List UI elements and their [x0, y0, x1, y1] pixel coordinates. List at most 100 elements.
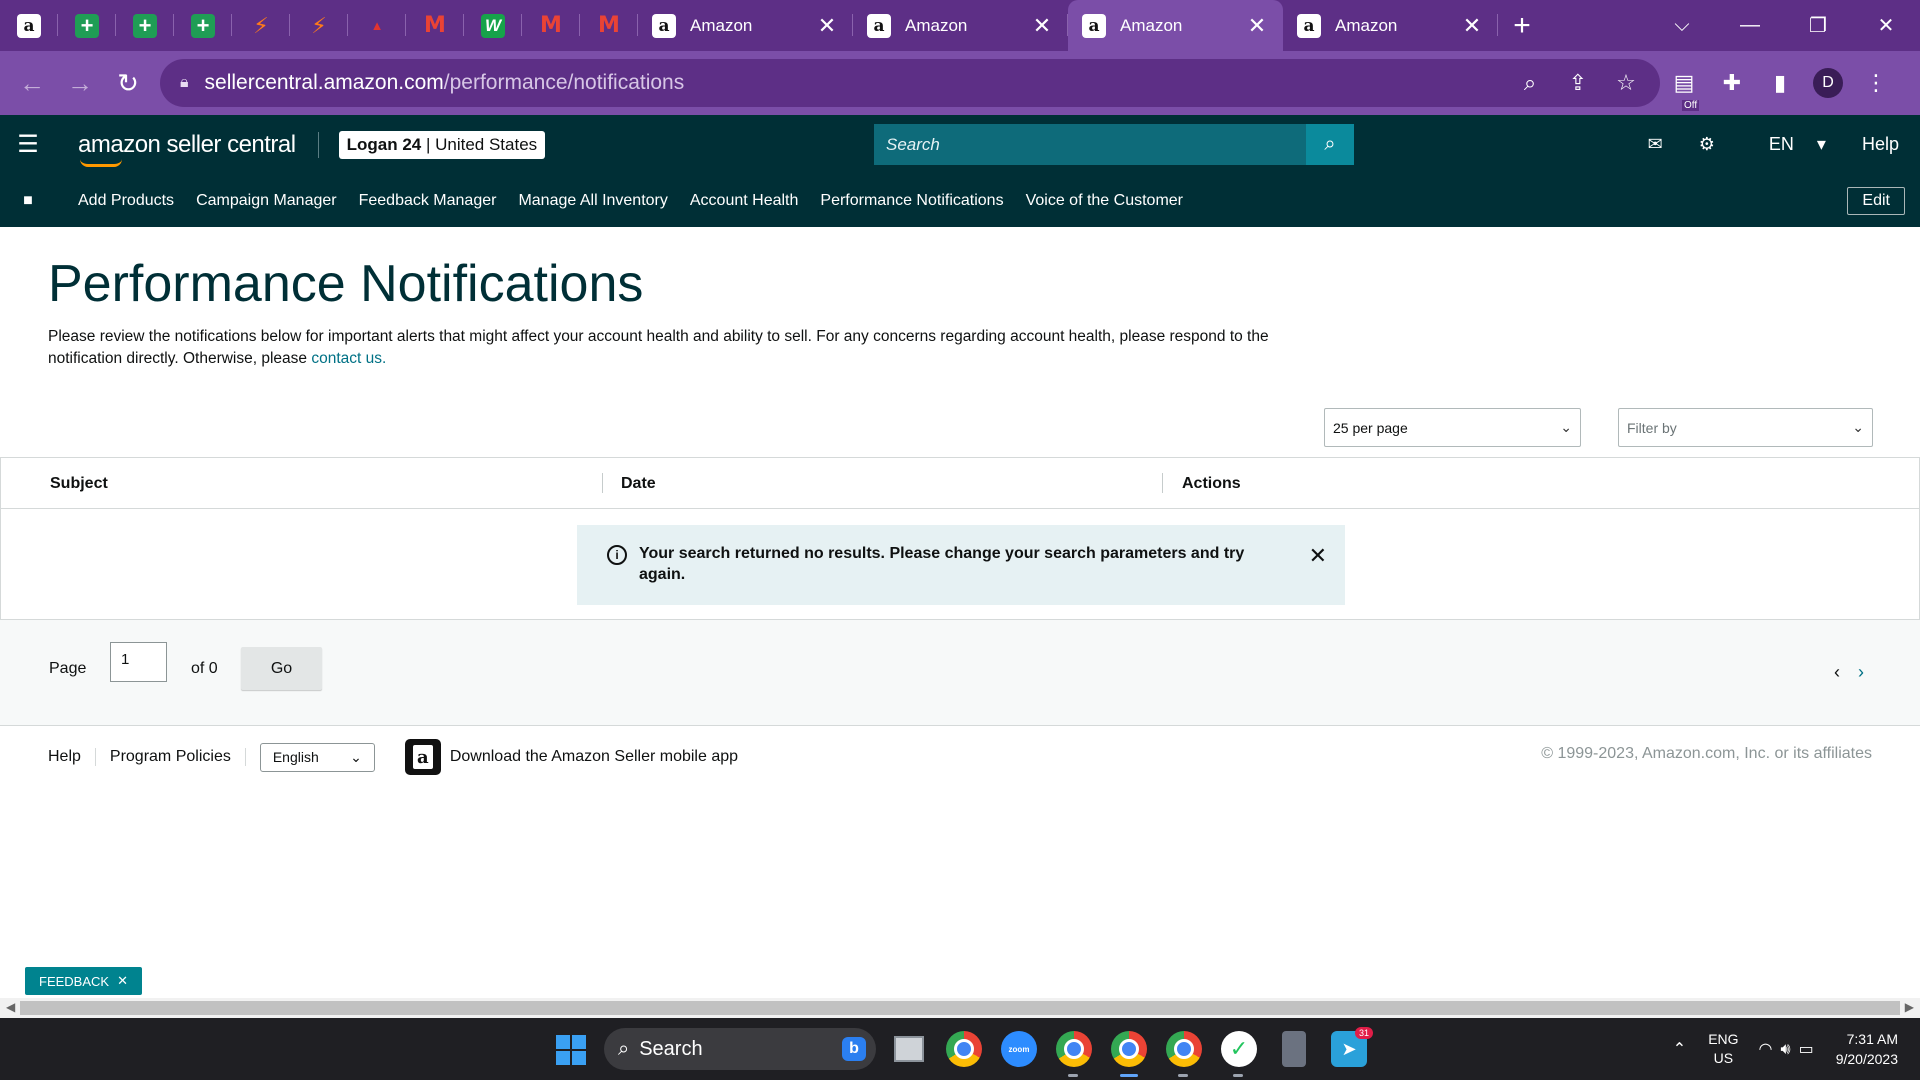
windows-taskbar: ⌕ Search b zoom ✓ ➤ 31 ⌃ ENG US ◠🔊︎▭ 7:31 …	[0, 1018, 1920, 1080]
nav-campaign-manager[interactable]: Campaign Manager	[196, 192, 337, 210]
hamburger-menu-icon[interactable]: ☰	[0, 130, 56, 159]
bookmark-star-icon[interactable]: ☆	[1602, 70, 1650, 96]
footer-program-policies-link[interactable]: Program Policies	[96, 748, 246, 766]
chrome-profile-icon[interactable]	[1056, 1031, 1092, 1077]
windows-start-icon[interactable]	[556, 1035, 586, 1065]
column-subject[interactable]: Subject	[50, 475, 108, 493]
account-switcher[interactable]: Logan 24 | United States	[338, 130, 546, 159]
pinned-tab[interactable]: +	[174, 0, 232, 51]
side-panel-icon[interactable]: ▮	[1756, 70, 1804, 96]
filter-by-select[interactable]: Filter by ⌄	[1618, 408, 1873, 447]
close-tab-icon[interactable]: ✕	[1245, 13, 1269, 39]
per-page-value: 25 per page	[1333, 419, 1408, 436]
pinned-tab[interactable]: W	[464, 0, 522, 51]
close-tab-icon[interactable]: ✕	[815, 13, 839, 39]
pinned-tab[interactable]: a	[0, 0, 58, 51]
share-icon[interactable]: ⇪	[1554, 70, 1602, 96]
go-button[interactable]: Go	[241, 647, 322, 690]
zoom-icon[interactable]: ⌕	[1506, 70, 1554, 96]
reload-button[interactable]: ↻	[104, 68, 152, 99]
wifi-volume-battery-icons[interactable]: ◠🔊︎▭	[1759, 1039, 1822, 1059]
zoom-icon[interactable]: zoom	[1001, 1031, 1037, 1067]
footer-language-select[interactable]: English ⌄	[259, 742, 375, 772]
chrome-profile-d2-icon[interactable]	[1166, 1031, 1202, 1077]
close-tab-icon[interactable]: ✕	[1030, 13, 1054, 39]
copyright-text: © 1999-2023, Amazon.com, Inc. or its aff…	[1541, 745, 1872, 762]
browser-tab[interactable]: a Amazon ✕	[638, 0, 853, 51]
taskbar-clock[interactable]: 7:31 AM 9/20/2023	[1836, 1029, 1898, 1069]
extension-off-icon[interactable]: ▤ Off	[1660, 70, 1708, 111]
close-alert-icon[interactable]: ✕	[1309, 543, 1327, 569]
pinned-tab[interactable]: ▲	[348, 0, 406, 51]
pinned-tab[interactable]: M	[406, 0, 464, 51]
feedback-button[interactable]: FEEDBACK ✕	[25, 967, 142, 995]
settings-gear-icon[interactable]: ⚙	[1699, 134, 1715, 155]
nav-account-health[interactable]: Account Health	[690, 192, 799, 210]
seller-search-input[interactable]: Search	[874, 124, 1306, 165]
previous-page-icon[interactable]: ‹	[1834, 662, 1840, 683]
back-button[interactable]: ←	[8, 68, 56, 99]
taskbar-search[interactable]: ⌕ Search b	[604, 1028, 876, 1070]
pinned-tab[interactable]: +	[58, 0, 116, 51]
per-page-select[interactable]: 25 per page ⌄	[1324, 408, 1581, 447]
forward-button[interactable]: →	[56, 68, 104, 99]
browser-tab[interactable]: a Amazon ✕	[1068, 0, 1283, 51]
lock-icon[interactable]: 🔒︎	[180, 74, 189, 92]
show-hidden-icons[interactable]: ⌃	[1673, 1039, 1686, 1059]
description-text: Please review the notifications below fo…	[48, 328, 1269, 367]
nav-voice-of-the-customer[interactable]: Voice of the Customer	[1026, 192, 1183, 210]
edit-nav-button[interactable]: Edit	[1847, 187, 1905, 215]
horizontal-scrollbar[interactable]: ◀ ▶	[0, 998, 1920, 1018]
browser-tab[interactable]: a Amazon ✕	[853, 0, 1068, 51]
nav-add-products[interactable]: Add Products	[78, 192, 174, 210]
input-language[interactable]: ENG US	[1708, 1030, 1738, 1068]
download-app-link[interactable]: Download the Amazon Seller mobile app	[450, 748, 738, 766]
bing-icon[interactable]: b	[842, 1037, 866, 1061]
footer-help-link[interactable]: Help	[34, 748, 96, 766]
nav-feedback-manager[interactable]: Feedback Manager	[359, 192, 497, 210]
restore-button[interactable]: ❐	[1784, 13, 1852, 38]
next-page-icon[interactable]: ›	[1858, 662, 1864, 683]
profile-avatar[interactable]: D	[1813, 68, 1843, 98]
page-number-input[interactable]: 1	[110, 642, 167, 682]
nav-performance-notifications[interactable]: Performance Notifications	[820, 192, 1003, 210]
chrome-icon[interactable]	[946, 1031, 982, 1067]
page-count-label: of 0	[191, 660, 218, 677]
column-date[interactable]: Date	[621, 475, 656, 493]
chrome-profile-d-icon[interactable]	[1111, 1031, 1147, 1077]
new-tab-button[interactable]: +	[1498, 9, 1546, 43]
pinned-tab[interactable]: +	[116, 0, 174, 51]
pinned-tab[interactable]: ⚡	[232, 0, 290, 51]
close-tab-icon[interactable]: ✕	[1460, 13, 1484, 39]
address-bar[interactable]: 🔒︎ sellercentral.amazon.com/performance/…	[160, 59, 1660, 107]
scroll-right-icon[interactable]: ▶	[1905, 1000, 1914, 1014]
file-explorer-icon[interactable]	[891, 1031, 927, 1067]
bookmark-icon[interactable]: ■	[0, 192, 56, 210]
search-button[interactable]: ⌕	[1306, 124, 1354, 165]
browser-tab[interactable]: a Amazon ✕	[1283, 0, 1498, 51]
scrollbar-thumb[interactable]	[20, 1001, 1900, 1015]
amazon-icon: a	[867, 13, 891, 38]
tab-search-icon[interactable]: ⌵	[1648, 14, 1716, 37]
seller-central-logo[interactable]: amazon seller central	[78, 131, 296, 167]
contact-us-link[interactable]: contact us.	[311, 350, 386, 367]
checkmark-app-icon[interactable]: ✓	[1221, 1031, 1257, 1077]
nav-manage-all-inventory[interactable]: Manage All Inventory	[518, 192, 667, 210]
extensions-puzzle-icon[interactable]: ✚	[1708, 70, 1756, 96]
pinned-tab[interactable]: M	[580, 0, 638, 51]
pinned-tab[interactable]: M	[522, 0, 580, 51]
feedback-close-icon[interactable]: ✕	[117, 973, 128, 989]
messages-mail-icon[interactable]: ✉	[1648, 134, 1663, 155]
no-results-message: Your search returned no results. Please …	[639, 545, 1245, 583]
scroll-left-icon[interactable]: ◀	[6, 1000, 15, 1014]
seller-central-header: ☰ amazon seller central Logan 24 | Unite…	[0, 115, 1920, 174]
telegram-icon[interactable]: ➤ 31	[1331, 1027, 1373, 1067]
close-window-button[interactable]: ✕	[1852, 13, 1920, 38]
language-selector[interactable]: EN ▾	[1751, 134, 1826, 155]
amazon-app-icon[interactable]: a	[404, 739, 441, 775]
calculator-icon[interactable]	[1282, 1031, 1306, 1067]
browser-menu-icon[interactable]: ⋮	[1852, 70, 1900, 96]
help-link[interactable]: Help	[1862, 134, 1899, 155]
pinned-tab[interactable]: ⚡	[290, 0, 348, 51]
minimize-button[interactable]: —	[1716, 14, 1784, 37]
